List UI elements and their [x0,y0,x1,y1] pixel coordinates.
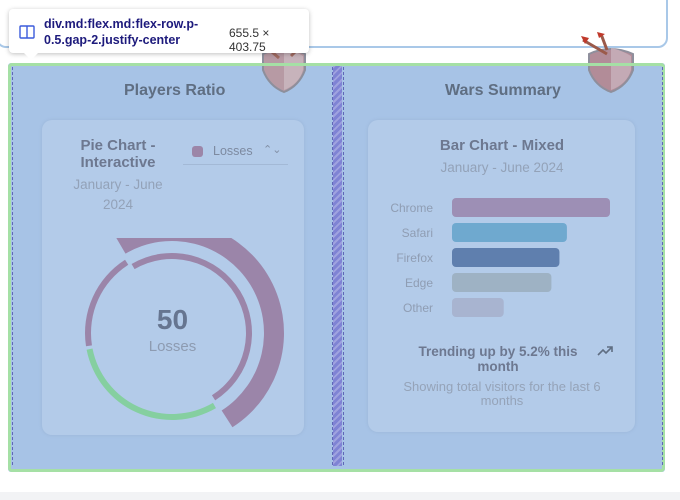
trend-text: Trending up by 5.2% this month [418,344,578,374]
metric-select[interactable]: Losses ⌃⌄ [183,138,288,165]
bar-chart: Chrome Safari Firefox Edge Other [390,198,610,317]
bar-category-label: Safari [402,226,433,240]
bar-chart-title: Bar Chart - Mixed [439,137,565,154]
tooltip-size: 655.5 × 403.75 [229,26,270,54]
flex-layout-icon [19,25,35,39]
bar-category-label: Firefox [396,251,433,265]
bar-category-label: Other [403,301,433,315]
bar-category-label: Chrome [390,201,433,215]
pie-chart-title: Pie Chart - Interactive [80,137,156,171]
page-bottom-strip [0,492,680,500]
pie-center-value: 50 [156,304,189,335]
dashed-guide [12,67,13,465]
bar-chart-subtitle: January - June 2024 [440,160,564,175]
shield-arrows-icon [581,32,634,94]
tooltip-selector: div.md:flex.md:flex-row.p-0.5.gap-2.just… [44,17,199,47]
pie-slice[interactable] [86,348,216,420]
trend-note: Showing total visitors for the last 6 mo… [403,379,601,408]
devtools-inspect-tooltip: div.md:flex.md:flex-row.p-0.5.gap-2.just… [9,9,309,60]
bar-other[interactable] [452,298,504,317]
trending-up-icon [597,346,613,356]
chevron-updown-icon: ⌃⌄ [263,144,282,156]
pie-chart-subtitle: January - June 2024 [73,177,163,212]
pie-center-label: Losses [148,338,197,355]
wars-summary-title: Wars Summary [445,82,561,99]
bar-chrome[interactable] [452,198,610,217]
legend-swatch [192,146,203,157]
bar-category-label: Edge [405,276,433,290]
bar-edge[interactable] [452,273,552,292]
bar-firefox[interactable] [452,248,560,267]
dashed-guide [343,67,344,465]
metric-select-value: Losses [213,144,253,158]
bar-safari[interactable] [452,223,567,242]
players-ratio-title: Players Ratio [124,82,226,99]
pie-slice[interactable] [85,259,129,347]
flex-gap-indicator [333,66,342,466]
dashed-guide [662,67,663,465]
dashed-guide [332,67,333,465]
